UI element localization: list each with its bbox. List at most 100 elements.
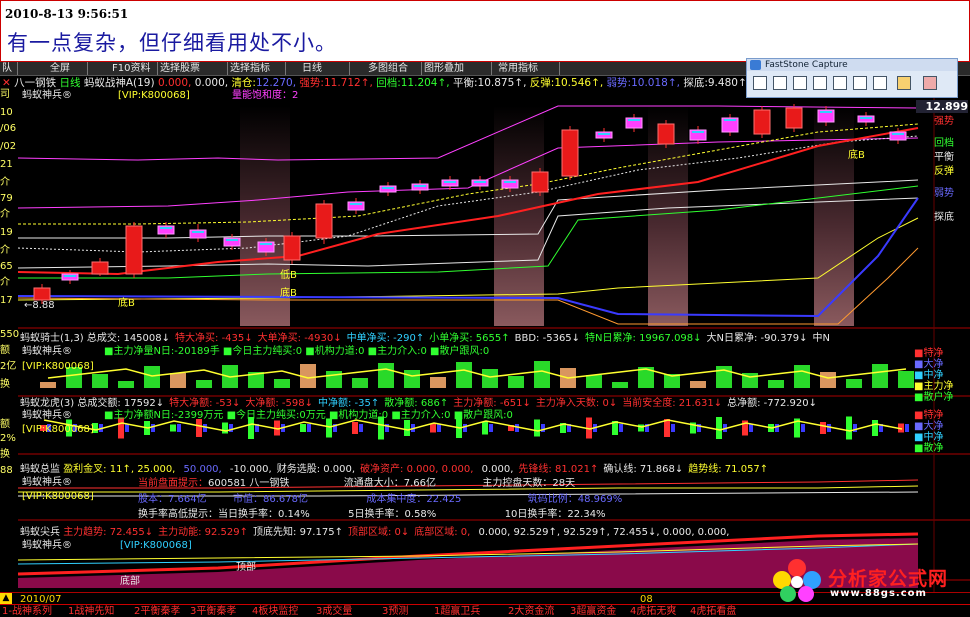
output-icon[interactable]: [897, 76, 911, 90]
candle-17: [561, 126, 579, 180]
header-value-4: 底部区域: 0,: [414, 527, 471, 538]
menu-item-multichart[interactable]: 多图组合: [366, 62, 422, 75]
longhu-header: 蚂蚁龙虎(3) 总成交额: 17592↓ 特大净额: -53↓ 大净额: -598↓…: [20, 398, 818, 409]
tab-6[interactable]: 3预测: [382, 606, 408, 617]
longhu-bar-blue-16: [463, 424, 467, 432]
menu-item-daily[interactable]: 日线: [300, 62, 350, 75]
longhu-bar-31: [846, 416, 852, 440]
longhu-bar-blue-28: [775, 424, 779, 432]
qishi-bar-4: [144, 366, 160, 388]
menu-item-fullscreen[interactable]: 全屏: [48, 62, 88, 75]
longhu-bar-blue-24: [671, 424, 675, 432]
tab-9[interactable]: 3超赢资金: [570, 606, 616, 617]
tab-7[interactable]: 1超赢卫兵: [434, 606, 480, 617]
header-value-2: -10.000,: [226, 464, 272, 475]
faststone-logo-icon: [750, 60, 761, 70]
candle-12: [411, 180, 429, 194]
faststone-capture-toolbar[interactable]: FastStone Capture: [746, 58, 958, 98]
qishi-bar-33: [898, 371, 914, 388]
candle-18: [595, 128, 613, 142]
annot-bottom-1: 底B: [118, 298, 135, 309]
menu-item-queue[interactable]: 队: [0, 62, 18, 75]
qishi-bar-30: [820, 372, 836, 388]
tab-5[interactable]: 3成交量: [316, 606, 352, 617]
capture-scroll-icon[interactable]: [833, 76, 847, 90]
header-value-1: 特大净买: -435↓: [175, 333, 253, 344]
longhu-bar-blue-3: [125, 424, 129, 432]
longhu-vip: [VIP:K800068]: [22, 424, 94, 435]
menu-item-common-indicator[interactable]: 常用指标: [496, 62, 560, 75]
capture-fixed-icon[interactable]: [853, 76, 867, 90]
line-white-2: [18, 179, 919, 239]
capture-fullscreen-icon[interactable]: [813, 76, 827, 90]
capture-region-icon[interactable]: [793, 76, 807, 90]
header-value-4: 破净资产: 0.000, 0.000,: [360, 464, 474, 475]
header-value-7: 大N日累净: -90.379↓: [706, 333, 808, 344]
jianbing-header: 蚂蚁尖兵 主力趋势: 72.455↓ 主力动能: 92.529↑ 顶底先知: 97.…: [20, 527, 730, 538]
main-vip: [VIP:K800068]: [118, 90, 190, 101]
header-value-8: 趋势线: 71.057↑: [688, 464, 769, 475]
longhu-bar-15: [430, 423, 436, 433]
line-upper: [18, 137, 919, 209]
candle-19: [625, 114, 643, 132]
zongjian-info-row-1: 当前盘面提示：600581 八一钢铁 流通盘大小：7.66亿 主力控盘天数：28…: [138, 478, 576, 489]
tab-3[interactable]: 3平衡秦孝: [190, 606, 236, 617]
menu-item-select-stock[interactable]: 选择股票: [158, 62, 228, 75]
capture-window-icon[interactable]: [753, 76, 767, 90]
line-ruoshi: [18, 197, 919, 318]
menu-item-f10[interactable]: F10资料: [110, 62, 158, 75]
longhu-bar-blue-10: [307, 424, 311, 432]
longhu-bar-14: [404, 420, 410, 436]
header-value-0: 主力趋势: 72.455↓: [63, 527, 154, 538]
header-value-6: 主力净入天数: 0↓: [535, 398, 618, 409]
menu-item-overlay[interactable]: 图形叠加: [422, 62, 492, 75]
capture-object-icon[interactable]: [773, 76, 787, 90]
side-labels: 司 10 /06 /02 21 介 79 介 19 介 65 介 17 550 …: [0, 89, 20, 476]
zongjian-header: 蚂蚁总监 盈利金叉: 11↑, 25.000, 50.000, -10.000,…: [20, 464, 769, 475]
header-value-0: 盈利金叉: 11↑, 25.000,: [63, 464, 176, 475]
zongjian-vip: [VIP:K800068]: [22, 491, 94, 502]
capture-video-icon[interactable]: [873, 76, 887, 90]
menu-item-select-indicator[interactable]: 选择指标: [228, 62, 286, 75]
header-value-0: 总成交: 145008↓: [86, 333, 171, 344]
qishi-bars: [40, 361, 914, 388]
tab-8[interactable]: 2大资金流: [508, 606, 554, 617]
close-x-icon[interactable]: ✕: [2, 77, 11, 89]
qishi-legend: ■主力净量N日:-20189手 ■今日主力纯买:0 ■机构力道:0 ■主力介入:…: [104, 346, 490, 357]
header-value-5: 主力净额: -651↓: [453, 398, 531, 409]
longhu-bar-6: [196, 419, 202, 437]
qishi-bar-12: [352, 378, 368, 388]
longhu-bar-blue-33: [905, 424, 909, 432]
main-brand: 蚂蚁神兵®: [22, 90, 72, 101]
header-value-3: 中净额: -35↑: [318, 398, 380, 409]
tab-0[interactable]: 1-战神系列: [2, 606, 52, 617]
longhu-bar-blue-4: [151, 424, 155, 432]
jianbing-brand: 蚂蚁神兵®: [22, 540, 72, 551]
header-value-5: BBD: -5365↓: [514, 333, 581, 344]
qishi-bar-2: [92, 374, 108, 388]
tab-10[interactable]: 4虎拓无爽: [630, 606, 676, 617]
tab-2[interactable]: 2平衡秦孝: [134, 606, 180, 617]
post-date: 2010-8-13 9:56:51: [5, 7, 129, 21]
line-fantan: [18, 217, 919, 301]
candle-16: [531, 168, 549, 196]
settings-icon[interactable]: [923, 76, 937, 90]
header-value-7: 当前安全度: 21.631↓: [622, 398, 723, 409]
candle-13: [441, 176, 459, 190]
main-chart-lines: [18, 105, 919, 325]
tab-11[interactable]: 4虎拓看盘: [690, 606, 736, 617]
header-value-2: 大净额: -598↓: [245, 398, 313, 409]
qishi-bar-31: [846, 379, 862, 388]
header-value-1: 特大净额: -53↓: [169, 398, 241, 409]
jianbing-annot-bottom: 底部: [120, 576, 140, 587]
bottom-tab-bar: 1-战神系列 1战神先知 2平衡秦孝 3平衡秦孝 4板块监控 3成交量 3预测 …: [0, 604, 970, 617]
candle-14: [471, 176, 489, 190]
line-huidang: [18, 185, 919, 279]
tab-4[interactable]: 4板块监控: [252, 606, 298, 617]
jianbing-vip: [VIP:K800068]: [120, 540, 192, 551]
label-strong: 强势: [934, 116, 954, 127]
label-balance: 平衡: [934, 152, 954, 163]
tab-1[interactable]: 1战神先知: [68, 606, 114, 617]
period-label: 日线: [59, 77, 81, 89]
qishi-bar-9: [274, 379, 290, 388]
